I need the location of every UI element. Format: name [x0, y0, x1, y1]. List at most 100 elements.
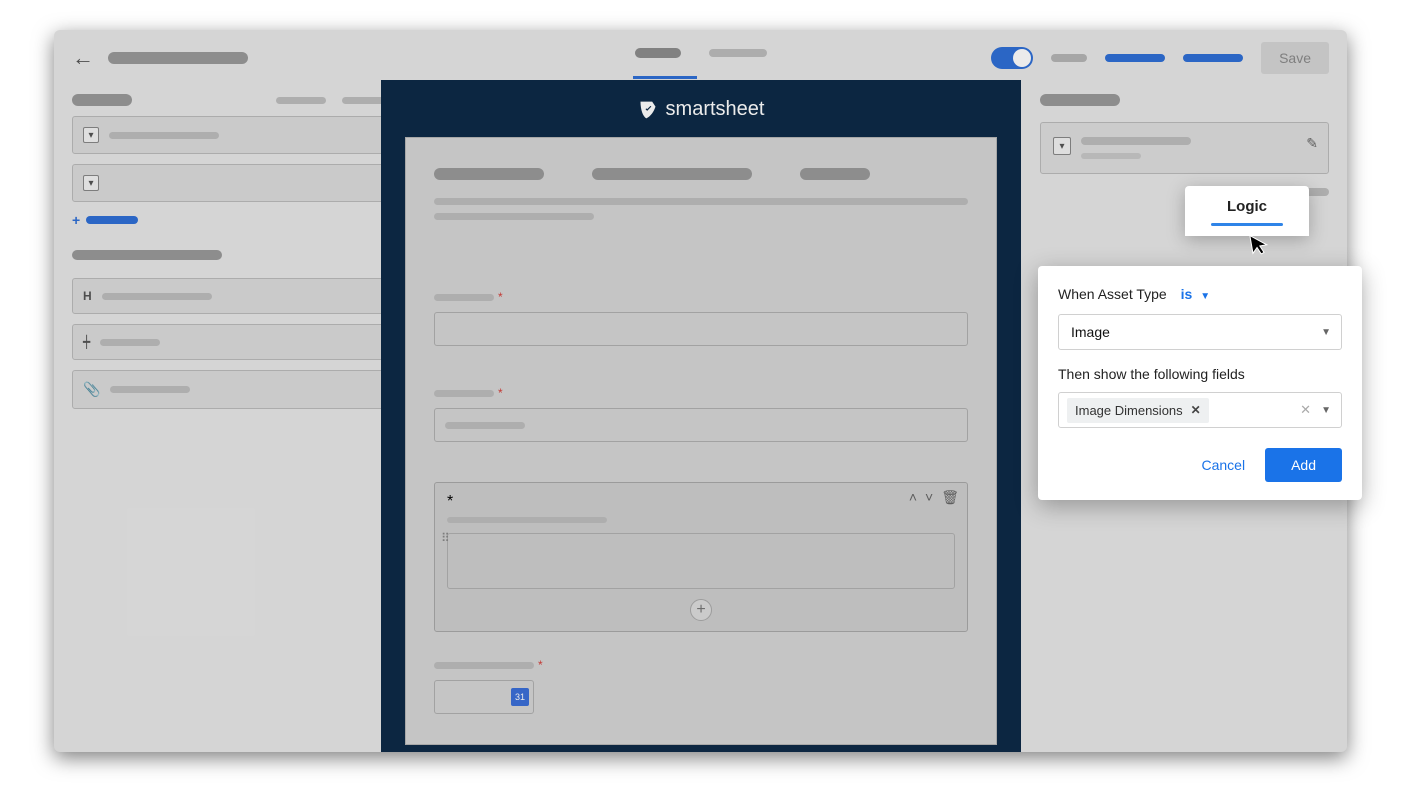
dropdown-icon: ▾: [1053, 137, 1071, 155]
fields-subaction-1[interactable]: [276, 97, 326, 104]
drag-handle-icon[interactable]: ⠿: [441, 531, 448, 545]
fields-heading-placeholder: [72, 94, 132, 106]
center-tabs: [635, 48, 767, 58]
logic-tab-underline: [1211, 223, 1283, 226]
plus-icon: +: [72, 212, 80, 228]
selected-form-field[interactable]: ˄ ˅ 🗑 ⠿ * +: [434, 482, 968, 632]
paperclip-icon: 📎: [83, 381, 100, 398]
active-tab-underline: [633, 76, 697, 79]
brand-text: smartsheet: [666, 98, 765, 121]
fields-section-header: [72, 94, 392, 106]
textarea-input[interactable]: [447, 533, 955, 589]
required-asterisk: *: [538, 658, 543, 672]
field-settings-card[interactable]: ▾ ✎: [1040, 122, 1329, 174]
right-panel: ▾ ✎: [1040, 94, 1329, 196]
left-panel: ▾ ▾ + H ┿ 📎: [72, 94, 392, 419]
element-divider[interactable]: ┿: [72, 324, 392, 360]
logic-tab-label: Logic: [1211, 198, 1283, 215]
field-label-placeholder: [434, 662, 534, 669]
form-canvas: smartsheet * * ˄ ˅ 🗑: [381, 80, 1021, 752]
element-label-placeholder: [110, 386, 190, 393]
when-prefix: When: [1058, 286, 1095, 302]
caret-down-icon: ▼: [1200, 291, 1210, 302]
field-type-placeholder: [1081, 153, 1141, 159]
smartsheet-brand: smartsheet: [381, 80, 1021, 137]
clear-all-icon[interactable]: ✕: [1300, 402, 1311, 418]
title-word-3: [800, 168, 870, 180]
link-manage-placeholder[interactable]: [1183, 54, 1243, 62]
field-tools: ˄ ˅ 🗑: [909, 489, 959, 506]
required-asterisk: *: [447, 493, 453, 510]
required-asterisk: *: [498, 290, 503, 304]
dropdown-icon: ▾: [83, 127, 99, 143]
title-word-1: [434, 168, 544, 180]
form-title-row: [434, 168, 968, 180]
delete-icon[interactable]: 🗑: [941, 489, 959, 506]
top-right-cluster: Save: [991, 42, 1329, 74]
form-field-1[interactable]: *: [434, 290, 968, 346]
field-help-placeholder: [447, 517, 607, 523]
description-line-1: [434, 198, 968, 205]
form-active-toggle[interactable]: [991, 47, 1033, 69]
tab-build[interactable]: [635, 48, 681, 58]
field-label-placeholder: [434, 390, 494, 397]
operator-dropdown[interactable]: is ▼: [1181, 286, 1210, 302]
text-input[interactable]: [434, 408, 968, 442]
condition-value-select[interactable]: Image ▼: [1058, 314, 1342, 350]
form-title-placeholder: [108, 52, 248, 64]
calendar-icon: 31: [511, 688, 529, 706]
element-attachment[interactable]: 📎: [72, 370, 392, 409]
logic-tab[interactable]: Logic: [1185, 186, 1309, 236]
condition-row: When Asset Type is ▼: [1058, 286, 1342, 302]
then-label: Then show the following fields: [1058, 366, 1342, 382]
divider-icon: ┿: [83, 335, 90, 349]
element-heading[interactable]: H: [72, 278, 392, 314]
form-elements-heading-placeholder: [72, 250, 222, 260]
chip-remove-icon[interactable]: ✕: [1191, 403, 1201, 417]
required-asterisk: *: [498, 386, 503, 400]
field-name-placeholder: [1081, 137, 1191, 145]
tab-settings[interactable]: [709, 49, 767, 57]
link-share-placeholder[interactable]: [1105, 54, 1165, 62]
top-bar: ← Save: [54, 30, 1347, 86]
available-field-dropdown-2[interactable]: ▾: [72, 164, 392, 202]
condition-value-label: Image: [1071, 324, 1110, 340]
move-up-icon[interactable]: ˄: [909, 489, 917, 506]
logic-popover: When Asset Type is ▼ Image ▼ Then show t…: [1038, 266, 1362, 500]
caret-down-icon: ▼: [1321, 327, 1331, 338]
input-value-placeholder: [445, 422, 525, 429]
back-arrow-icon[interactable]: ←: [72, 45, 94, 71]
selected-field-chip: Image Dimensions ✕: [1067, 398, 1209, 423]
form-field-date[interactable]: * 31: [434, 658, 968, 714]
smartsheet-logo-icon: [638, 100, 658, 120]
add-field-link[interactable]: +: [72, 212, 392, 228]
show-fields-multiselect[interactable]: Image Dimensions ✕ ✕ ▼: [1058, 392, 1342, 428]
available-field-dropdown[interactable]: ▾: [72, 116, 392, 154]
toggle-label-placeholder: [1051, 54, 1087, 62]
cancel-button[interactable]: Cancel: [1201, 457, 1245, 473]
edit-icon[interactable]: ✎: [1306, 135, 1318, 152]
field-label-placeholder: [434, 294, 494, 301]
add-button[interactable]: Add: [1265, 448, 1342, 482]
heading-icon: H: [83, 289, 92, 303]
description-line-2: [434, 213, 594, 220]
caret-down-icon: ▼: [1321, 405, 1331, 416]
field-label-placeholder: [109, 132, 219, 139]
text-input[interactable]: [434, 312, 968, 346]
element-label-placeholder: [100, 339, 160, 346]
form-paper: * * ˄ ˅ 🗑 ⠿ * + *: [405, 137, 997, 745]
popover-actions: Cancel Add: [1058, 448, 1342, 482]
chip-label: Image Dimensions: [1075, 403, 1183, 418]
dropdown-icon: ▾: [83, 175, 99, 191]
save-button[interactable]: Save: [1261, 42, 1329, 74]
add-field-label-placeholder: [86, 216, 138, 224]
title-word-2: [592, 168, 752, 180]
form-field-2[interactable]: *: [434, 386, 968, 442]
operator-label: is: [1181, 286, 1193, 302]
element-label-placeholder: [102, 293, 212, 300]
date-input[interactable]: 31: [434, 680, 534, 714]
when-field-name: Asset Type: [1098, 286, 1167, 302]
move-down-icon[interactable]: ˅: [925, 489, 933, 506]
field-settings-heading-placeholder: [1040, 94, 1120, 106]
add-option-button[interactable]: +: [690, 599, 712, 621]
